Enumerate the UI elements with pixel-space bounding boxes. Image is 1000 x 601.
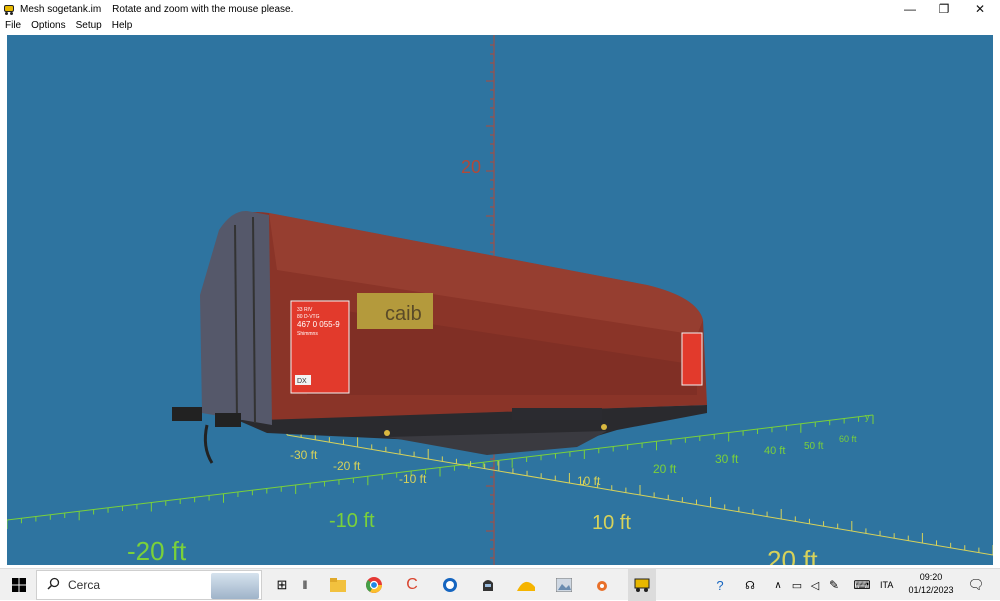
tick-label: -10 ft <box>399 472 427 486</box>
buffer-right <box>215 413 241 427</box>
pinned-divider-icon: ‖ <box>302 578 308 592</box>
pen-icon[interactable]: ✎ <box>824 569 844 601</box>
tick-label: -10 ft <box>329 510 375 532</box>
notifications-icon[interactable]: 🗨 <box>966 569 986 601</box>
menu-options[interactable]: Options <box>26 18 70 34</box>
panel-line: 33 RIV <box>297 307 313 313</box>
people-tray-icon[interactable]: ☊ <box>740 569 760 601</box>
scene-svg[interactable]: 20 y -30 ft -20 ft -10 ft 10 ft 20 ft 30… <box>7 35 993 565</box>
wagon-plate: DX <box>297 378 307 385</box>
tick-label: 60 ft <box>839 434 857 444</box>
system-clock[interactable]: 09:20 01/12/2023 <box>906 571 956 599</box>
clock-time: 09:20 <box>919 572 943 582</box>
keyboard-icon[interactable]: ⌨ <box>850 569 874 601</box>
restore-button[interactable]: ❐ <box>926 0 962 18</box>
tick-label: 30 ft <box>715 452 739 466</box>
minimize-button[interactable]: — <box>892 0 928 18</box>
chrome-icon[interactable] <box>362 569 386 601</box>
search-placeholder: Cerca <box>68 578 101 592</box>
tick-label: 40 ft <box>764 445 785 457</box>
search-highlight-image <box>211 573 259 599</box>
clock-date: 01/12/2023 <box>908 585 954 595</box>
colorful-app-icon[interactable] <box>590 569 614 601</box>
caib-logo-text: caib <box>385 303 422 325</box>
tick-label: -20 ft <box>127 536 187 565</box>
help-tray-icon[interactable]: ? <box>708 569 732 601</box>
train-app-taskbar-icon[interactable] <box>476 569 500 601</box>
menu-setup[interactable]: Setup <box>71 18 107 34</box>
tick-label: 20 ft <box>653 462 677 476</box>
taskbar: Cerca ⊞ ‖ C ? ☊ ∧ ▭ ◁ ✎ ⌨ ITA 09:20 01/1… <box>0 568 1000 601</box>
panel-line: Shimmns <box>297 331 318 337</box>
menu-file[interactable]: File <box>0 18 26 34</box>
freight-wagon-model: 33 RIV 80 D-VTG 467 0 055-9 Shimmns DX c… <box>172 210 707 464</box>
tick-label: 20 ft <box>767 545 818 565</box>
tick-label: 10 ft <box>577 474 601 488</box>
windows-start-icon[interactable] <box>6 569 32 601</box>
tick-labels-front: -20 ft -10 ft 10 ft 20 ft <box>127 510 818 565</box>
network-icon[interactable]: ▭ <box>788 569 806 601</box>
file-explorer-icon[interactable] <box>326 569 350 601</box>
tick-label: -20 ft <box>333 459 361 473</box>
wagon-side-panel <box>681 332 703 386</box>
train-app-active-icon[interactable] <box>628 569 656 601</box>
taskbar-search-box[interactable]: Cerca <box>36 570 262 600</box>
ccleaner-icon[interactable]: C <box>400 569 424 601</box>
tick-label: 50 ft <box>804 441 824 452</box>
volume-icon[interactable]: ◁ <box>806 569 824 601</box>
menu-help[interactable]: Help <box>107 18 138 34</box>
window-title: Mesh sogetank.im <box>20 3 102 15</box>
buffer-left <box>172 407 202 421</box>
train-app-icon <box>3 3 15 15</box>
search-icon <box>47 577 60 593</box>
task-view-icon[interactable]: ⊞ <box>270 569 294 601</box>
title-bar[interactable]: Mesh sogetank.im Rotate and zoom with th… <box>0 0 1000 18</box>
window-hint: Rotate and zoom with the mouse please. <box>112 3 294 15</box>
menu-bar: File Options Setup Help <box>0 18 1000 34</box>
language-indicator[interactable]: ITA <box>880 569 893 601</box>
y-axis-label: y <box>865 412 870 422</box>
image-viewer-icon[interactable] <box>552 569 576 601</box>
panel-line: 467 0 055-9 <box>297 320 340 329</box>
firefox-icon[interactable] <box>438 569 462 601</box>
app-window: Mesh sogetank.im Rotate and zoom with th… <box>0 0 1000 568</box>
yellow-axis <box>286 425 993 556</box>
yellow-app-icon[interactable] <box>514 569 538 601</box>
tick-label: -30 ft <box>290 448 318 462</box>
chevron-up-icon[interactable]: ∧ <box>770 569 786 601</box>
3d-viewport[interactable]: 20 y -30 ft -20 ft -10 ft 10 ft 20 ft 30… <box>7 35 993 565</box>
vertical-axis-label: 20 <box>461 157 481 177</box>
tick-label: 10 ft <box>592 512 631 534</box>
close-button[interactable]: ✕ <box>962 0 998 18</box>
